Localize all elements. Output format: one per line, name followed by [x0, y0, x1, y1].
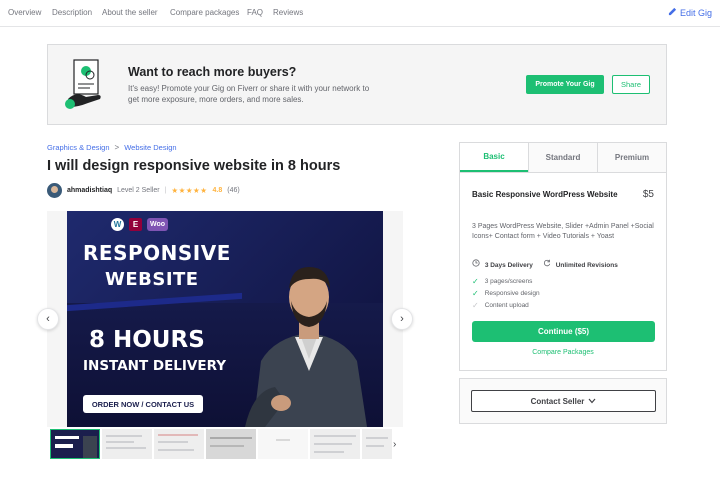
thumbnail-4[interactable]: [206, 429, 256, 459]
gig-gallery: W E Woo RESPONSIVE WEBSITE 8 HOURS INSTA…: [37, 211, 413, 427]
package-tabs: Basic Standard Premium: [460, 143, 666, 173]
review-count[interactable]: (46): [227, 187, 239, 194]
feature-item: ✓ Content upload: [472, 299, 540, 311]
chevron-down-icon: [588, 397, 596, 406]
nav-link-about-seller[interactable]: About the seller: [102, 8, 158, 17]
gallery-prev-button[interactable]: ‹: [37, 308, 59, 330]
slide-heading-responsive: RESPONSIVE: [83, 241, 231, 265]
seller-photo: [235, 241, 383, 427]
seller-overview: ahmadishtiaq Level 2 Seller | ★★★★★ 4.8 …: [47, 183, 240, 198]
promo-text: It's easy! Promote your Gig on Fiverr or…: [128, 84, 370, 104]
feature-label: Content upload: [484, 301, 529, 309]
slide-order-badge: ORDER NOW / CONTACT US: [83, 395, 203, 413]
delivery-label: 3 Days Delivery: [484, 262, 533, 269]
promote-banner: Want to reach more buyers? It's easy! Pr…: [47, 44, 667, 125]
nav-link-reviews[interactable]: Reviews: [273, 8, 303, 17]
slide-heading-hours: 8 HOURS: [89, 327, 205, 353]
chevron-left-icon: ‹: [46, 313, 50, 325]
breadcrumb-separator: >: [114, 143, 120, 152]
rating-score: 4.8: [212, 187, 223, 194]
nav-link-overview[interactable]: Overview: [8, 8, 41, 17]
thumbnail-3[interactable]: [154, 429, 204, 459]
revisions-label: Unlimited Revisions: [555, 262, 618, 269]
promote-gig-button[interactable]: Promote Your Gig: [526, 75, 604, 94]
breadcrumb: Graphics & Design > Website Design: [47, 143, 177, 152]
thumbnail-7[interactable]: [362, 429, 392, 459]
slide-heading-website: WEBSITE: [105, 269, 199, 290]
avatar[interactable]: [47, 183, 62, 198]
thumbnail-6[interactable]: [310, 429, 360, 459]
promote-illustration-icon: [64, 57, 110, 113]
share-button[interactable]: Share: [612, 75, 650, 94]
elementor-logo-icon: E: [129, 218, 142, 231]
nav-link-compare-packages[interactable]: Compare packages: [170, 8, 239, 17]
slide-heading-delivery: INSTANT DELIVERY: [83, 358, 227, 374]
feature-label: Responsive design: [484, 289, 540, 297]
package-panel: Basic Standard Premium Basic Responsive …: [459, 142, 667, 371]
rating-stars-icon: ★★★★★: [171, 186, 208, 195]
promo-title: Want to reach more buyers?: [128, 65, 297, 79]
continue-button[interactable]: Continue ($5): [472, 321, 655, 342]
breadcrumb-graphics-design[interactable]: Graphics & Design: [47, 143, 110, 152]
divider: |: [164, 187, 167, 194]
gallery-thumbnails: [50, 429, 405, 459]
package-name: Basic Responsive WordPress Website: [472, 190, 618, 199]
thumbnail-5[interactable]: [258, 429, 308, 459]
compare-packages-link[interactable]: Compare Packages: [460, 349, 666, 356]
package-meta: 3 Days Delivery Unlimited Revisions: [472, 259, 618, 269]
edit-gig-label: Edit Gig: [679, 7, 712, 18]
feature-list: ✓ 3 pages/screens ✓ Responsive design ✓ …: [472, 275, 540, 311]
seller-level: Level 2 Seller: [117, 187, 160, 194]
feature-item: ✓ Responsive design: [472, 287, 540, 299]
thumbnails-next-icon[interactable]: ›: [393, 439, 396, 450]
check-icon: ✓: [472, 288, 479, 298]
gig-section-nav: Overview Description About the seller Co…: [0, 0, 720, 27]
chevron-right-icon: ›: [400, 313, 404, 325]
tab-premium[interactable]: Premium: [597, 143, 666, 172]
feature-item: ✓ 3 pages/screens: [472, 275, 540, 287]
pencil-icon: [668, 7, 677, 18]
contact-seller-button[interactable]: Contact Seller: [471, 390, 656, 412]
gallery-slide-image[interactable]: W E Woo RESPONSIVE WEBSITE 8 HOURS INSTA…: [67, 211, 383, 427]
edit-gig-link[interactable]: Edit Gig: [668, 7, 712, 18]
seller-name[interactable]: ahmadishtiaq: [67, 187, 112, 194]
revisions: Unlimited Revisions: [543, 259, 618, 269]
thumbnail-2[interactable]: [102, 429, 152, 459]
nav-link-description[interactable]: Description: [52, 8, 92, 17]
contact-seller-box: Contact Seller: [459, 378, 667, 424]
check-icon: ✓: [472, 300, 479, 310]
tab-basic[interactable]: Basic: [460, 143, 528, 172]
breadcrumb-website-design[interactable]: Website Design: [124, 143, 176, 152]
nav-link-faq[interactable]: FAQ: [247, 8, 263, 17]
delivery-time: 3 Days Delivery: [472, 259, 533, 269]
package-description: 3 Pages WordPress Website, Slider +Admin…: [472, 223, 654, 240]
clock-icon: [472, 259, 482, 269]
thumbnail-1[interactable]: [50, 429, 100, 459]
woocommerce-logo-icon: Woo: [147, 218, 169, 231]
gallery-next-button[interactable]: ›: [391, 308, 413, 330]
tech-logos: W E Woo: [111, 218, 169, 231]
package-price: $5: [642, 189, 654, 200]
check-icon: ✓: [472, 276, 479, 286]
refresh-icon: [543, 259, 553, 269]
gig-title: I will design responsive website in 8 ho…: [47, 158, 341, 174]
wordpress-logo-icon: W: [111, 218, 124, 231]
feature-label: 3 pages/screens: [484, 277, 533, 285]
tab-standard[interactable]: Standard: [528, 143, 597, 172]
contact-seller-label: Contact Seller: [530, 396, 585, 406]
